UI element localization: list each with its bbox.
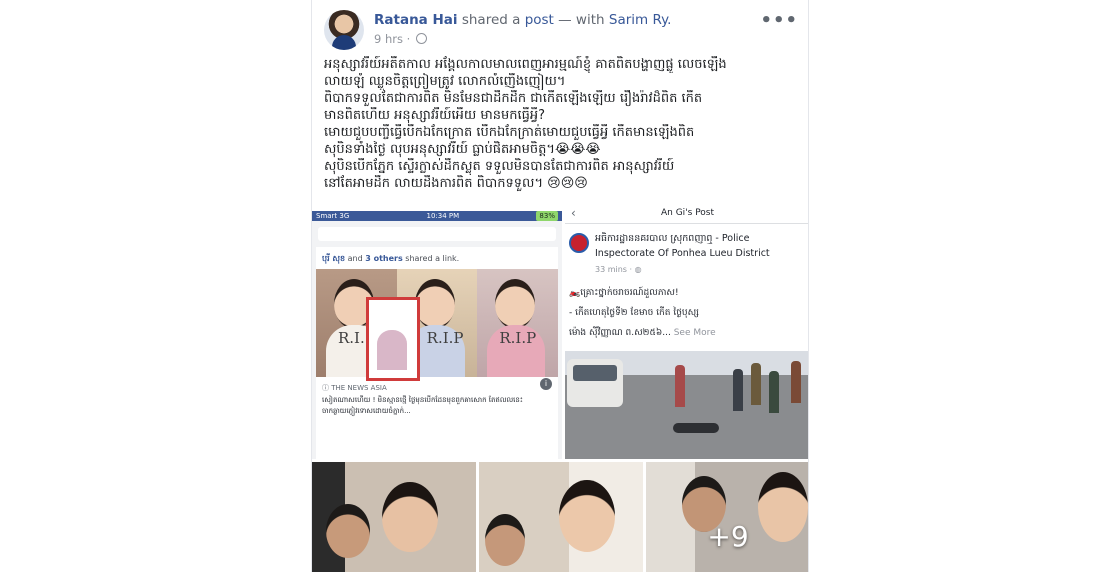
shared-a-text: shared a [461, 12, 521, 28]
post-link[interactable]: post [525, 12, 554, 28]
person-figure [791, 361, 801, 403]
mobile-post-header: ‹ An Gi's Post [565, 205, 808, 224]
accident-text-fragment: ម៉ោង ស៊ីវិញ្ញាណ ព.ស២៥៦... [569, 328, 671, 338]
info-icon: i [540, 378, 552, 390]
post-text-line: មានពិតហើយ អនុស្សាវរីយ៍អើយ មានមកធ្វើអ្វី? [324, 108, 546, 123]
sharer-name: បុរី សុខ [322, 254, 346, 263]
post-timestamp[interactable]: 9 hrs · [374, 32, 410, 46]
post-text-line: សុបិនទាំងថ្ងៃ លុបអនុស្សាវរីយ៍ ធ្លាប់ផិតអ… [324, 142, 601, 157]
carrier-label: Smart 3G [316, 212, 350, 220]
photo-thumbnail[interactable] [312, 462, 476, 572]
person-figure [675, 365, 685, 407]
accident-text-line: - កើតហេតុថ្ងៃទី២ ខែមាច កើត ថ្ងៃបុស្ស [569, 308, 699, 318]
person-figure [769, 371, 779, 413]
see-more-link: See More [673, 328, 716, 338]
post-text-line: សុបិនបើកភ្នែក ស្ទើរក្លាស់ដឹកស្លុត ទទួលមិ… [324, 159, 675, 174]
news-caption-line: ចាកឆ្ងាយភ្ញៀវទោសដោយចំភ្នាក់... [322, 407, 411, 415]
photo-thumbnail-more[interactable]: +9 [646, 462, 808, 572]
mobile-post-title: An Gi's Post [660, 208, 715, 218]
van-shape [567, 359, 623, 407]
post-text-line: អនុស្សាវរីយ៍អតីតកាល អង្គែលកាលមាលពេញអារម្… [324, 57, 727, 72]
post-age: 33 mins · ◍ [595, 265, 642, 274]
post-text-line: លាយឡំ ឈ្លួនចិត្តព្រៀមត្រូវ លោកលំញើងញៀយ។ [324, 74, 566, 89]
page-name-line: អធិការដ្ឋាននគរបាល ស្រុកពញាឮ - Police [595, 233, 750, 244]
person-figure [751, 363, 761, 405]
photo-thumbnail[interactable] [479, 462, 643, 572]
post-header-line: Ratana Hai shared a post — with Sarim Ry… [374, 12, 671, 28]
and-text: and [345, 254, 366, 263]
news-caption: សៀតណាសហើយ ! មិនស្មានថ្មើ ថ្ងៃមុនបើកដែនមុ… [322, 395, 552, 417]
accident-text-line: ម៉ោង ស៊ីវិញ្ញាណ ព.ស២៥៦... See More [569, 327, 716, 340]
post-card: Ratana Hai shared a post — with Sarim Ry… [311, 0, 809, 572]
shared-link-line: បុរី សុខ and 3 others shared a link. [322, 253, 459, 265]
news-caption-line: សៀតណាសហើយ ! មិនស្មានថ្មើ ថ្ងៃមុនបើកដែនមុ… [322, 396, 523, 404]
author-name[interactable]: Ratana Hai [374, 12, 458, 28]
post-text-line: មោយជួបបញ្ចីធ្វើបើកឯកែក្រោត បើកឯកែក្រាត់ម… [324, 125, 695, 140]
more-options-icon[interactable]: ••• [760, 10, 798, 31]
tagged-user-link[interactable]: Sarim Ry. [609, 12, 672, 28]
post-meta: 9 hrs · [374, 32, 427, 46]
post-text: អនុស្សាវរីយ៍អតីតកាល អង្គែលកាលមាលពេញអារម្… [324, 56, 802, 192]
rip-label: R.I.P [426, 329, 464, 347]
memorial-photo: R.I.P [477, 269, 559, 377]
person-figure [733, 369, 743, 411]
with-text: — with [558, 12, 605, 28]
page-name-line: Inspectorate Of Ponhea Lueu District [595, 248, 770, 259]
news-source: ⓘ THE NEWS ASIA [322, 384, 387, 392]
search-bar [318, 227, 556, 241]
rip-label: R.I.P [499, 329, 537, 347]
inset-post-photo [366, 297, 420, 381]
shared-screenshot-right[interactable]: ‹ An Gi's Post អធិការដ្ឋាននគរបាល ស្រុកពញ… [565, 205, 808, 459]
more-photos-count[interactable]: +9 [646, 520, 808, 553]
phone-status-bar: Smart 3G 10:34 PM 83% [312, 211, 562, 221]
memorial-photos: R.I. R.I.P R.I.P [316, 269, 559, 381]
shared-link-text: shared a link. [402, 254, 460, 263]
post-text-line: ពិបាកទទួលតែជាការពិត មិនមែនជាដឹកដីក ជាកើត… [324, 91, 703, 106]
police-seal-icon [569, 233, 589, 253]
post-header: Ratana Hai shared a post — with Sarim Ry… [324, 10, 798, 54]
others-count: 3 others [365, 254, 403, 263]
public-globe-icon [415, 33, 427, 44]
rip-label: R.I. [338, 329, 365, 347]
clock-label: 10:34 PM [426, 212, 460, 220]
police-page-name: អធិការដ្ឋាននគរបាល ស្រុកពញាឮ - Police Ins… [595, 231, 805, 261]
post-text-line: នៅតែអាមដឹក លាយដឹងការពិត ពិបាកទទួល។ 😢😢😢 [324, 176, 588, 191]
battery-icon: 83% [536, 211, 558, 221]
shared-link-card: បុរី សុខ and 3 others shared a link. R.I… [316, 247, 559, 459]
photo-thumbnails: +9 [312, 462, 808, 572]
victim-figure [673, 423, 719, 433]
shared-screenshot-left[interactable]: Smart 3G 10:34 PM 83% បុរី សុខ and 3 oth… [312, 211, 562, 459]
accident-photo [565, 351, 808, 459]
author-avatar[interactable] [324, 10, 364, 50]
accident-text-line: 🏍️គ្រោះថ្នាក់ចរាចរណ៍ដួលភាស! [569, 288, 679, 298]
